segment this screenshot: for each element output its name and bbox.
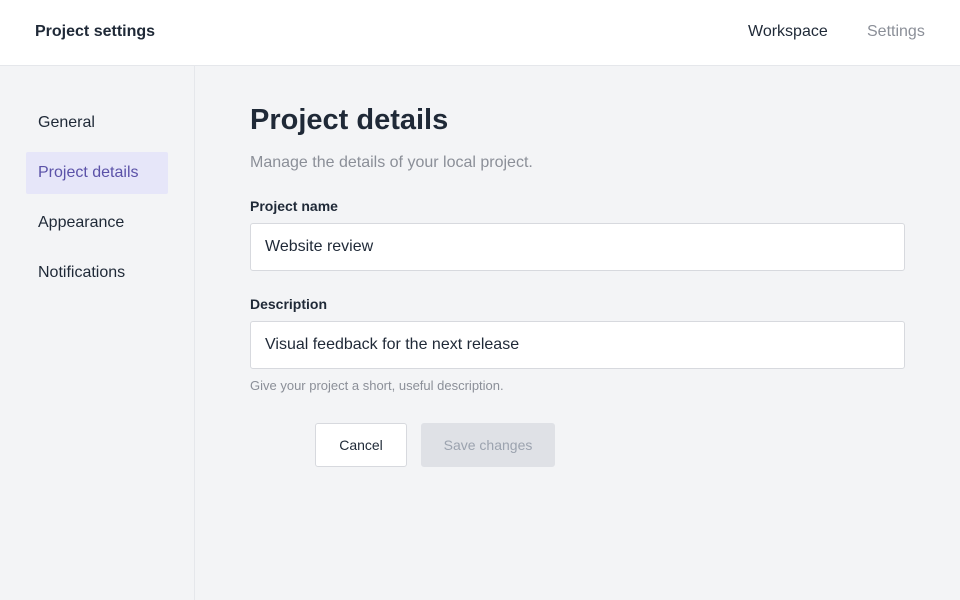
nav-workspace-link[interactable]: Workspace [748,23,828,41]
sidebar: General Project details Appearance Notif… [0,66,195,600]
top-bar: Project settings Workspace Settings [0,0,960,66]
page-title: Project details [250,104,449,136]
sidebar-item-appearance[interactable]: Appearance [26,202,168,244]
app-title: Project settings [35,23,156,40]
project-name-label: Project name [250,198,338,214]
nav-settings-link[interactable]: Settings [867,23,925,41]
description-hint: Give your project a short, useful descri… [250,378,504,393]
sidebar-item-general[interactable]: General [26,102,168,144]
description-label: Description [250,296,328,312]
description-input[interactable] [250,321,905,369]
save-changes-button[interactable]: Save changes [421,423,555,467]
sidebar-item-project-details[interactable]: Project details [26,152,168,194]
sidebar-item-notifications[interactable]: Notifications [26,252,168,294]
cancel-button[interactable]: Cancel [315,423,407,467]
project-name-input[interactable] [250,223,905,271]
page-subtitle: Manage the details of your local project… [250,154,533,171]
